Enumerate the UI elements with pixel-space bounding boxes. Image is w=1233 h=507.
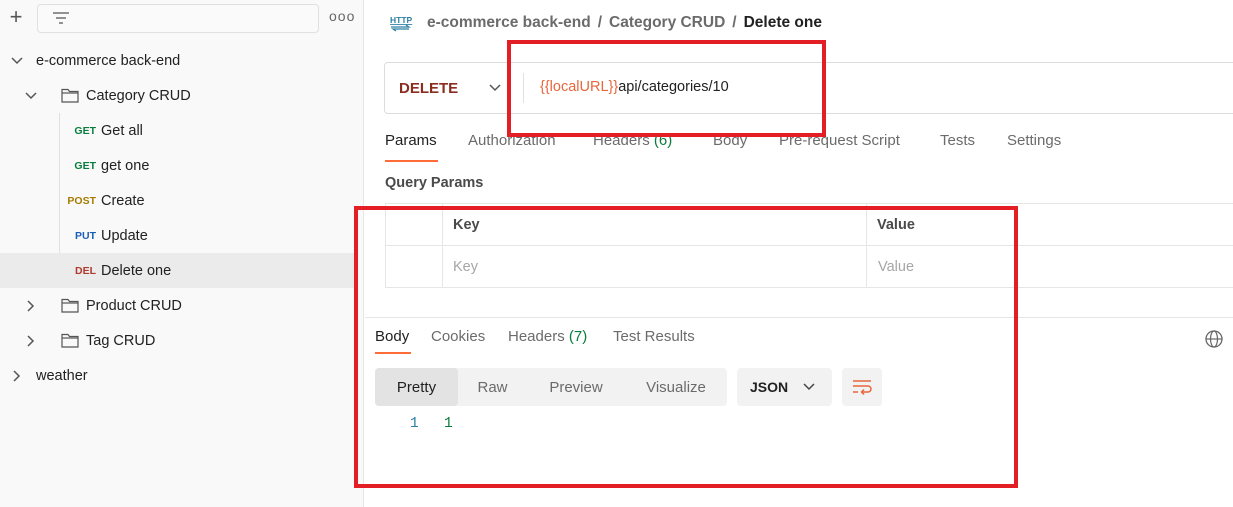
chevron-right-icon[interactable] — [24, 299, 38, 313]
globe-icon[interactable] — [1204, 329, 1224, 349]
folder-icon — [61, 88, 79, 103]
annotation-box-response — [354, 206, 1018, 488]
request-item-get-one[interactable]: GET get one — [0, 148, 354, 183]
folder-label: Product CRUD — [86, 297, 182, 314]
folder-label: Tag CRUD — [86, 332, 156, 349]
request-item-get-all[interactable]: GET Get all — [0, 113, 354, 148]
chevron-right-icon[interactable] — [24, 334, 38, 348]
folder-category-crud[interactable]: Category CRUD — [0, 78, 354, 113]
method-badge: GET — [74, 125, 96, 137]
request-label: Delete one — [101, 262, 172, 279]
breadcrumb-separator: / — [732, 14, 737, 31]
breadcrumb-collection[interactable]: e-commerce back-end — [427, 14, 591, 31]
active-tab-indicator — [385, 160, 438, 162]
collection-label: weather — [36, 367, 88, 384]
collection-e-commerce[interactable]: e-commerce back-end — [0, 43, 354, 78]
request-label: Get all — [101, 122, 143, 139]
breadcrumb-current[interactable]: Delete one — [744, 14, 822, 31]
breadcrumb-separator: / — [597, 14, 602, 31]
folder-label: Category CRUD — [86, 87, 191, 104]
request-item-create[interactable]: POST Create — [0, 183, 354, 218]
plus-icon[interactable]: + — [5, 6, 27, 29]
breadcrumb: e-commerce back-end / Category CRUD / Delete… — [427, 14, 822, 32]
folder-icon — [61, 333, 79, 348]
request-label: Create — [101, 192, 145, 209]
method-value: DELETE — [399, 80, 459, 97]
more-horizontal-icon[interactable]: ooo — [329, 8, 354, 28]
method-select[interactable]: DELETE — [385, 63, 523, 113]
method-badge: DEL — [75, 265, 96, 277]
breadcrumb-folder[interactable]: Category CRUD — [609, 14, 725, 31]
tab-tests[interactable]: Tests — [940, 132, 975, 149]
tab-settings[interactable]: Settings — [1007, 132, 1061, 149]
http-request-icon: HTTP — [388, 12, 414, 34]
request-label: Update — [101, 227, 148, 244]
folder-tag-crud[interactable]: Tag CRUD — [0, 323, 354, 358]
chevron-down-icon — [489, 84, 501, 92]
chevron-down-icon[interactable] — [24, 89, 38, 103]
collection-label: e-commerce back-end — [36, 52, 181, 69]
query-params-title: Query Params — [385, 175, 484, 191]
tab-params[interactable]: Params — [385, 132, 437, 149]
filter-icon — [53, 12, 69, 24]
annotation-box-url — [507, 40, 826, 137]
request-item-delete-one[interactable]: DEL Delete one — [0, 253, 354, 288]
chevron-right-icon[interactable] — [10, 369, 24, 383]
folder-product-crud[interactable]: Product CRUD — [0, 288, 354, 323]
method-badge: POST — [67, 195, 96, 207]
sidebar: + ooo e-commerce back-end Category CRUD … — [0, 0, 364, 507]
method-badge: GET — [74, 160, 96, 172]
request-item-update[interactable]: PUT Update — [0, 218, 354, 253]
svg-text:HTTP: HTTP — [390, 15, 413, 25]
chevron-down-icon[interactable] — [10, 54, 24, 68]
collection-weather[interactable]: weather — [0, 358, 354, 393]
method-badge: PUT — [75, 230, 96, 242]
filter-input[interactable] — [37, 4, 319, 33]
sidebar-toolbar: + ooo — [0, 0, 364, 40]
request-label: get one — [101, 157, 150, 174]
folder-icon — [61, 298, 79, 313]
